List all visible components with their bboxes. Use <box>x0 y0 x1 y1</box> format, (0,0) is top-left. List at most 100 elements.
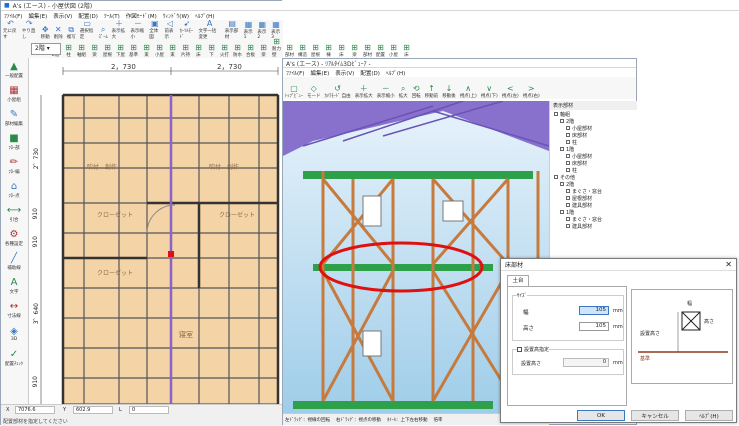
viewer-menu-item[interactable]: 配置(D) <box>357 69 383 77</box>
viewer-menu-item[interactable]: 編集(E) <box>307 69 332 77</box>
toolbar-button[interactable]: ＋表示拡大 <box>110 20 129 41</box>
floor-plan-canvas[interactable]: 2，730 2，730 2，730 910 910 3，640 910 吹付 創… <box>29 58 283 404</box>
viewer-menu-item[interactable]: ﾌｧｲﾙ(F) <box>283 69 307 77</box>
toolbar-button[interactable]: ▦ 表示1 <box>242 20 256 41</box>
toolbar2-button[interactable]: ⊞ 火打 <box>218 40 231 59</box>
tree-checkbox[interactable] <box>566 140 570 144</box>
toolbar2-button[interactable]: ⊞ 床 <box>192 40 205 59</box>
viewer-toolbar-button[interactable]: ⟲ 回転 <box>410 77 423 100</box>
menu-item[interactable]: ﾍﾙﾌﾟ(H) <box>192 12 217 20</box>
floor-selector[interactable]: 2階 ▾ <box>31 43 61 55</box>
help-button[interactable]: ﾍﾙﾌﾟ(H) <box>685 410 733 421</box>
toolbar2-button[interactable]: ⊞ 柱 <box>62 40 75 59</box>
toolbar2-button[interactable]: ⊞ 部材 <box>361 40 374 59</box>
toolbar-button[interactable]: ▣ 全体図 <box>147 20 162 41</box>
menu-item[interactable]: 表示(V) <box>50 12 75 20</box>
tree-checkbox[interactable] <box>560 182 564 186</box>
ok-button[interactable]: OK <box>577 410 625 421</box>
tree-item[interactable]: 小屋部材 <box>554 154 633 161</box>
toolbar2-button[interactable]: ⊞ 部材 <box>283 40 296 59</box>
tree-item[interactable]: 1階 <box>554 210 633 217</box>
sidebar-button[interactable]: ✏ ﾌﾛｰ編 <box>1 154 27 178</box>
tree-item[interactable]: まぐさ・窓台 <box>554 189 633 196</box>
toolbar2-button[interactable]: ⊞ 梁 <box>257 40 270 59</box>
tree-item[interactable]: その他 <box>554 175 633 182</box>
tree-item[interactable]: 軸組 <box>554 112 633 119</box>
toolbar2-button[interactable]: ⊞ 屋根 <box>309 40 322 59</box>
sidebar-button[interactable]: ✎ 部材編集 <box>1 106 27 130</box>
viewer-toolbar-button[interactable]: ⌕ 拡大 <box>397 77 410 100</box>
sidebar-button[interactable]: ▲ 一般配置 <box>1 58 27 82</box>
viewer-toolbar-button[interactable]: ∨ 視点(下) <box>479 77 500 100</box>
tree-item[interactable]: 小屋部材 <box>554 126 633 133</box>
tree-checkbox[interactable] <box>560 210 564 214</box>
sidebar-button[interactable]: ◈ 3D <box>1 322 27 346</box>
set-height-input[interactable]: 0 <box>563 358 609 367</box>
viewer-menu-item[interactable]: 表示(V) <box>332 69 357 77</box>
width-input[interactable]: 105 <box>579 306 609 315</box>
toolbar2-button[interactable]: ⊞ 束 <box>140 40 153 59</box>
tree-checkbox[interactable] <box>566 189 570 193</box>
set-height-checkbox[interactable]: 設置高指定 <box>517 346 550 353</box>
toolbar-button[interactable]: ⌕ ｽﾞｰﾑ <box>97 20 110 41</box>
viewer-menu-item[interactable]: ﾍﾙﾌﾟ(H) <box>383 69 408 77</box>
toolbar-button[interactable]: ◁ 前表示 <box>162 20 177 41</box>
toolbar2-button[interactable]: ⊞ 軸組 <box>75 40 88 59</box>
toolbar-button[interactable]: ▭ 選択指定 <box>78 20 97 41</box>
tree-checkbox[interactable] <box>566 196 570 200</box>
tree-item[interactable]: 床部材 <box>554 161 633 168</box>
tree-item[interactable]: 2階 <box>554 119 633 126</box>
tree-checkbox[interactable] <box>566 224 570 228</box>
tree-item[interactable]: 1階 <box>554 147 633 154</box>
sidebar-button[interactable]: ⌂ ﾌﾛｰ点 <box>1 178 27 202</box>
sidebar-button[interactable]: ╱ 補助線 <box>1 250 27 274</box>
toolbar-button[interactable]: ▦ 表示2 <box>255 20 269 41</box>
tree-checkbox[interactable] <box>566 203 570 207</box>
toolbar2-button[interactable]: ⊞ 片持 <box>179 40 192 59</box>
viewer-toolbar-button[interactable]: ◇ モード <box>305 77 323 100</box>
sidebar-button[interactable]: A 文字 <box>1 274 27 298</box>
tree-checkbox[interactable] <box>560 119 564 123</box>
toolbar2-button[interactable]: ⊞ 梁 <box>348 40 361 59</box>
tree-item[interactable]: 建具部材 <box>554 203 633 210</box>
tree-item[interactable]: 柱 <box>554 140 633 147</box>
tree-checkbox[interactable] <box>566 168 570 172</box>
tree-checkbox[interactable] <box>566 126 570 130</box>
toolbar2-button[interactable]: ⊞ 防水 <box>231 40 244 59</box>
toolbar2-button[interactable]: ⊞ 構造 <box>296 40 309 59</box>
tree-checkbox[interactable] <box>566 217 570 221</box>
viewer-toolbar-button[interactable]: ＋表示拡大 <box>353 77 375 100</box>
toolbar2-button[interactable]: ⊞ 小屋 <box>387 40 400 59</box>
toolbar-button[interactable]: ▤ 表示部材 <box>223 20 242 41</box>
toolbar2-button[interactable]: ⊞ 下 <box>205 40 218 59</box>
sidebar-button[interactable]: ⚙ 各種設定 <box>1 226 27 250</box>
toolbar2-button[interactable]: ⊞ 床 <box>400 40 413 59</box>
toolbar2-button[interactable]: ⊞ 合板 <box>244 40 257 59</box>
sidebar-button[interactable]: ✓ 配置ﾁｪｯｸ <box>1 346 27 370</box>
toolbar-button[interactable]: ➹ ｶｰｿﾙﾓｰﾄﾞ <box>178 20 197 41</box>
toolbar-button[interactable]: ↶ 元に戻す <box>1 20 20 41</box>
toolbar2-button[interactable]: ⊞ 配置 <box>374 40 387 59</box>
close-icon[interactable]: ✕ <box>725 260 732 269</box>
toolbar2-button[interactable]: ⊞ 下屋 <box>114 40 127 59</box>
tree-item[interactable]: 2階 <box>554 182 633 189</box>
toolbar-button[interactable]: A 文字一括変更 <box>196 20 222 41</box>
tree-checkbox[interactable] <box>566 161 570 165</box>
sidebar-button[interactable]: ⟷ 引合 <box>1 202 27 226</box>
sidebar-button[interactable]: ▦ 小屋組 <box>1 82 27 106</box>
tree-item[interactable]: 屋根部材 <box>554 196 633 203</box>
viewer-toolbar-button[interactable]: ↑ 移動前 <box>423 77 441 100</box>
tab-dodai[interactable]: 土台 <box>507 275 529 286</box>
toolbar-button[interactable]: ✥ 移動 <box>39 20 52 41</box>
toolbar2-button[interactable]: ⊞ 束 <box>166 40 179 59</box>
sidebar-button[interactable]: ↔ 寸法線 <box>1 298 27 322</box>
viewer-toolbar-button[interactable]: ↓ 移動後 <box>440 77 458 100</box>
toolbar-button[interactable]: ✕ 削除 <box>52 20 65 41</box>
tree-checkbox[interactable] <box>554 112 558 116</box>
tree-item[interactable]: 建具部材 <box>554 224 633 231</box>
cancel-button[interactable]: キャンセル <box>631 410 679 421</box>
tree-checkbox[interactable] <box>554 175 558 179</box>
toolbar2-button[interactable]: ⊞ 耐力壁 <box>270 38 283 59</box>
tree-checkbox[interactable] <box>566 154 570 158</box>
toolbar2-button[interactable]: ⊞ 棟 <box>322 40 335 59</box>
